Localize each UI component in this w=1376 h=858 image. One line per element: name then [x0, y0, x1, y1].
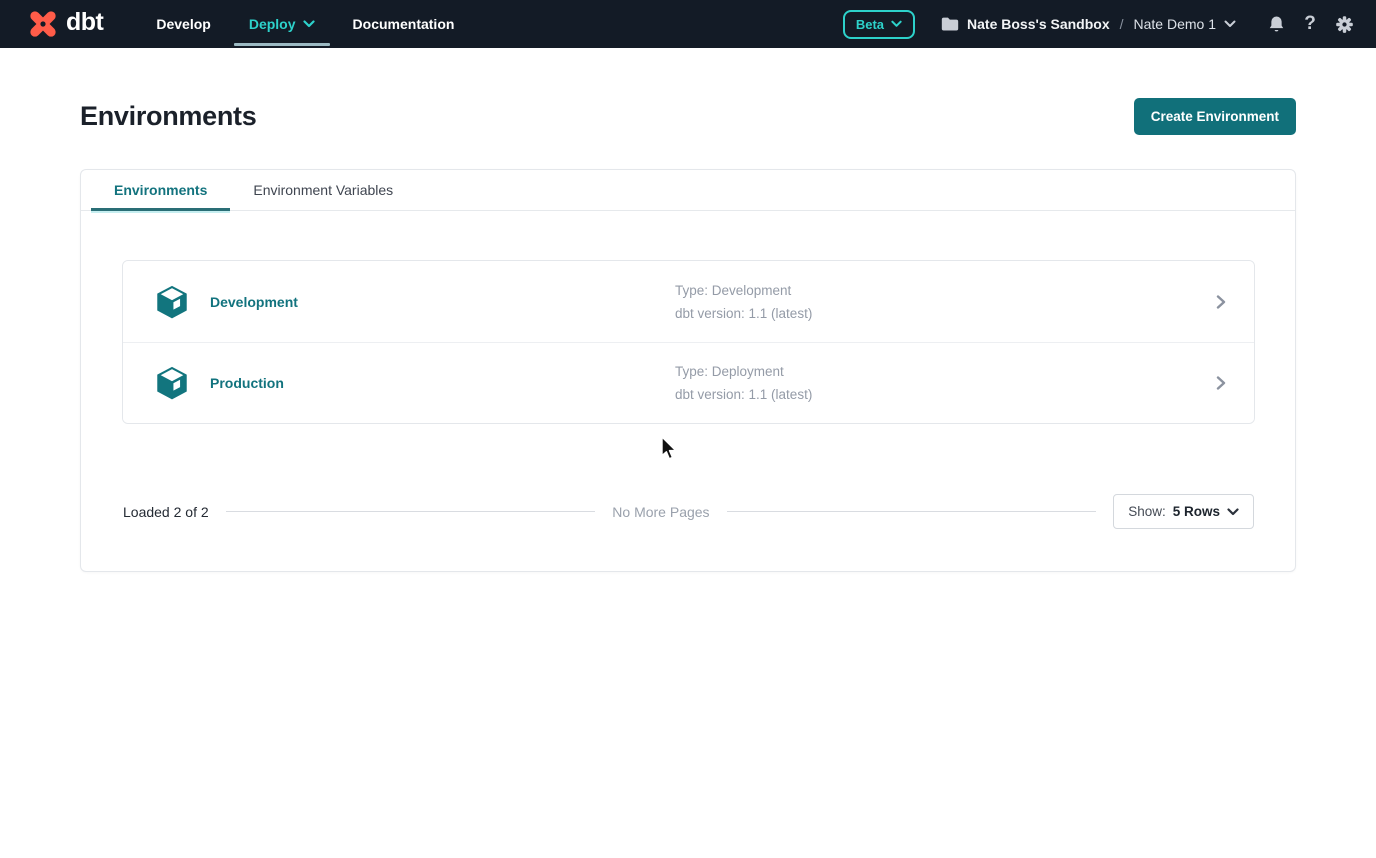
dbt-logo-icon — [26, 7, 60, 41]
nav-item-develop[interactable]: Develop — [137, 0, 229, 48]
primary-nav: Develop Deploy Documentation — [137, 0, 473, 48]
environment-name-link[interactable]: Development — [210, 294, 298, 310]
loaded-count: Loaded 2 of 2 — [123, 504, 209, 520]
divider-line — [727, 511, 1097, 512]
chevron-right-icon — [1216, 376, 1226, 390]
top-navbar: dbt Develop Deploy Documentation Beta Na… — [0, 0, 1376, 48]
environment-dbt-version: dbt version: 1.1 (latest) — [675, 306, 1216, 321]
question-mark-icon: ? — [1304, 13, 1316, 35]
environment-cube-icon — [153, 364, 191, 402]
tab-environments[interactable]: Environments — [91, 170, 230, 210]
navbar-icon-group: ? — [1264, 12, 1356, 36]
rows-per-page-dropdown[interactable]: Show: 5 Rows — [1113, 494, 1254, 529]
tab-environment-variables[interactable]: Environment Variables — [230, 170, 416, 210]
navbar-right: Beta Nate Boss's Sandbox / Nate Demo 1 — [843, 10, 1356, 39]
divider-line — [226, 511, 596, 512]
environment-list: Development Type: Development dbt versio… — [122, 260, 1255, 424]
card-tabbar: Environments Environment Variables — [81, 170, 1295, 211]
environment-row-development[interactable]: Development Type: Development dbt versio… — [123, 261, 1254, 342]
chevron-down-icon — [1227, 508, 1239, 516]
chevron-down-icon — [1224, 20, 1236, 28]
folder-icon — [941, 16, 959, 32]
environment-cube-icon — [153, 283, 191, 321]
page-header: Environments Create Environment — [0, 98, 1376, 135]
environments-card: Environments Environment Variables Devel… — [80, 169, 1296, 572]
environment-dbt-version: dbt version: 1.1 (latest) — [675, 387, 1216, 402]
chevron-down-icon — [891, 20, 902, 28]
environment-name-link[interactable]: Production — [210, 375, 284, 391]
chevron-right-icon — [1216, 295, 1226, 309]
nav-item-documentation[interactable]: Documentation — [334, 0, 474, 48]
environment-type: Type: Deployment — [675, 364, 1216, 379]
chevron-down-icon — [303, 20, 315, 28]
environment-type: Type: Development — [675, 283, 1216, 298]
pagination-footer: Loaded 2 of 2 No More Pages Show: 5 Rows — [123, 494, 1254, 529]
help-button[interactable]: ? — [1298, 12, 1322, 36]
account-project-selector[interactable]: Nate Boss's Sandbox / Nate Demo 1 — [941, 16, 1236, 32]
no-more-pages-label: No More Pages — [612, 504, 709, 520]
breadcrumb-separator: / — [1118, 16, 1126, 32]
environment-row-production[interactable]: Production Type: Deployment dbt version:… — [123, 342, 1254, 423]
settings-button[interactable] — [1332, 12, 1356, 36]
dbt-logo[interactable]: dbt — [26, 7, 103, 41]
beta-dropdown[interactable]: Beta — [843, 10, 915, 39]
gear-icon — [1335, 15, 1354, 34]
bell-icon — [1267, 14, 1286, 34]
notifications-button[interactable] — [1264, 12, 1288, 36]
create-environment-button[interactable]: Create Environment — [1134, 98, 1296, 135]
logo-wordmark: dbt — [66, 10, 103, 39]
page-title: Environments — [80, 101, 256, 132]
nav-item-deploy[interactable]: Deploy — [230, 0, 334, 48]
project-name: Nate Demo 1 — [1134, 16, 1216, 32]
account-name: Nate Boss's Sandbox — [967, 16, 1110, 32]
